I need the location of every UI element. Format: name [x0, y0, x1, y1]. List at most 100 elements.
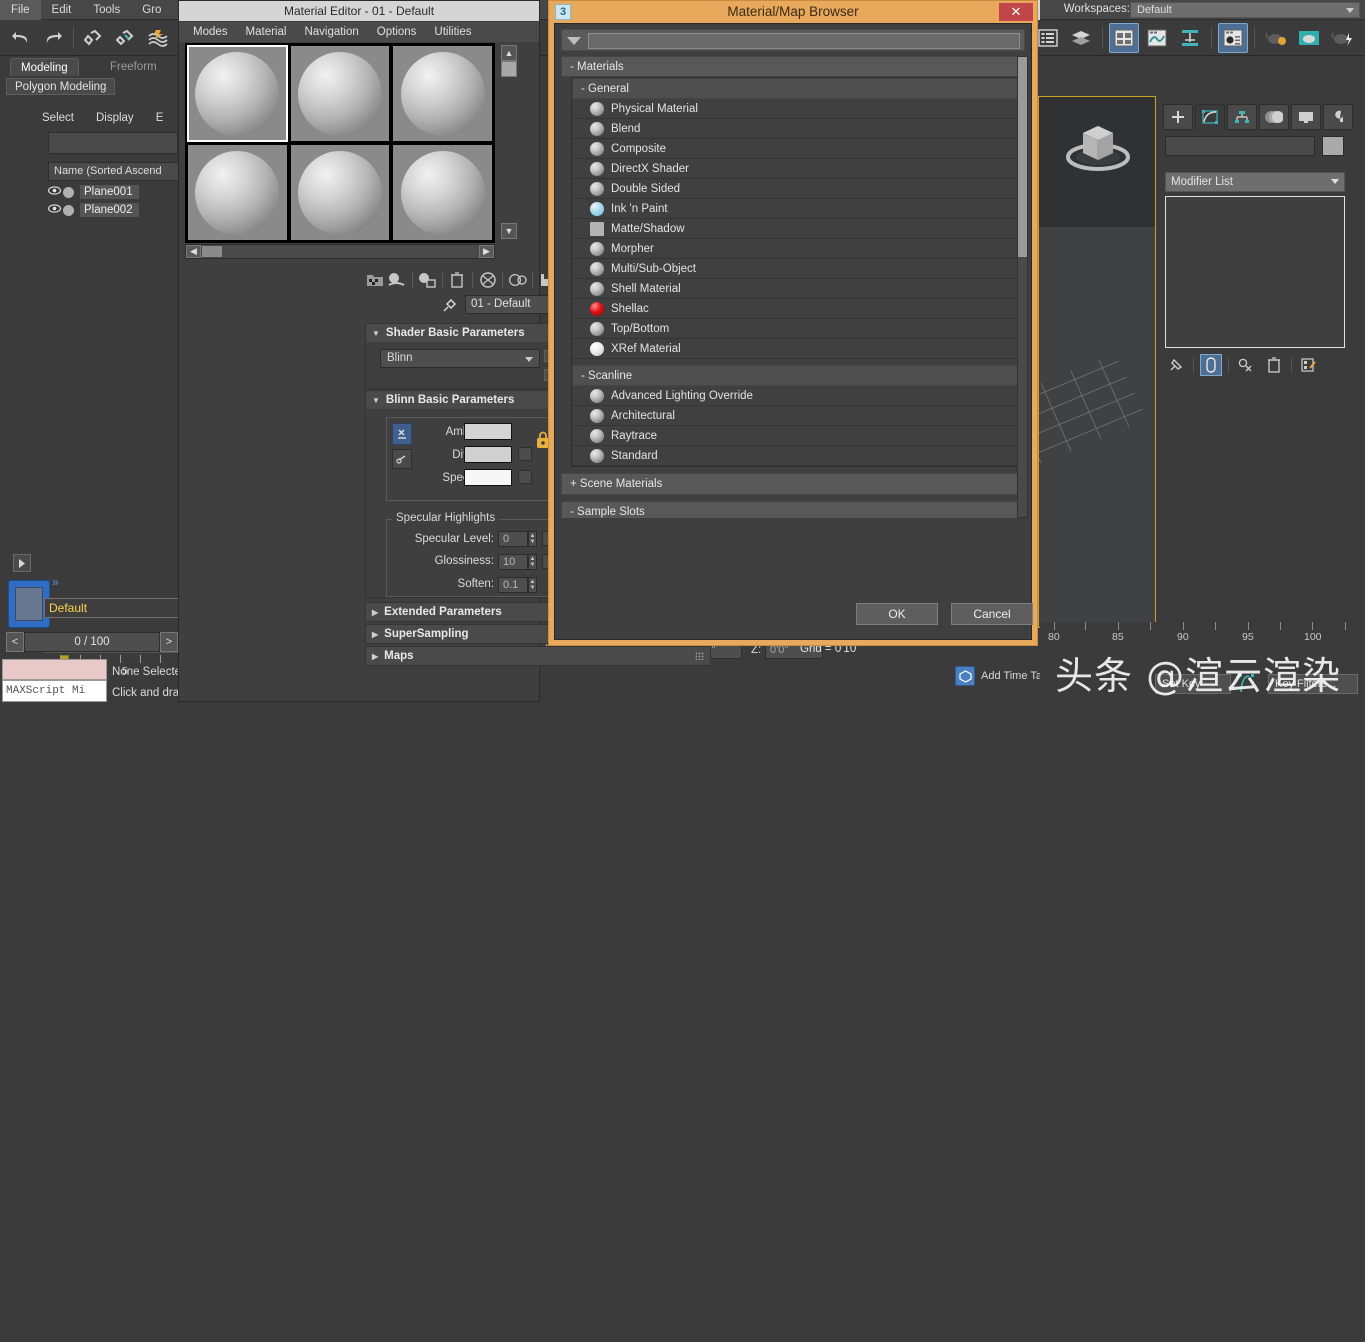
menu-file[interactable]: File	[0, 0, 41, 20]
matedit-menu-options[interactable]: Options	[368, 26, 426, 38]
object-name-input[interactable]	[1165, 136, 1315, 156]
glossiness-field[interactable]: 10	[498, 554, 528, 570]
object-name[interactable]: Plane002	[80, 203, 139, 217]
render-production-teapot-icon[interactable]	[1261, 23, 1291, 53]
menu-group[interactable]: Gro	[131, 0, 172, 20]
material-item-composite[interactable]: Composite	[572, 139, 1024, 159]
render-setup-icon[interactable]	[1218, 23, 1248, 53]
add-time-tag-control[interactable]: Add Time Tag	[955, 666, 1048, 686]
view-cube[interactable]	[1057, 109, 1139, 181]
select-link-icon[interactable]	[79, 23, 109, 53]
menu-edit[interactable]: Edit	[41, 0, 83, 20]
rollout-grip[interactable]	[695, 652, 704, 660]
scene-explorer-search-input[interactable]	[48, 132, 178, 154]
rollout-header-maps[interactable]: ▶ Maps	[366, 647, 710, 665]
sample-slot-6[interactable]	[392, 144, 493, 241]
configure-modifier-sets-icon[interactable]	[1298, 354, 1320, 376]
polygon-modeling-panel-title[interactable]: Polygon Modeling	[6, 78, 115, 95]
specular-map-button[interactable]	[518, 470, 532, 484]
viewport[interactable]	[1038, 96, 1156, 628]
sample-slot-3[interactable]	[392, 45, 493, 142]
rollout-maps[interactable]: ▶ Maps	[365, 646, 711, 666]
material-item-architectural[interactable]: Architectural	[572, 406, 1024, 426]
group-header-scanline[interactable]: - Scanline	[572, 365, 1024, 386]
timeline-ruler-right[interactable]: 80 85 90 95 100	[1040, 622, 1365, 648]
shader-type-dropdown[interactable]: Blinn	[380, 349, 540, 368]
material-editor-toggle-icon[interactable]	[1109, 23, 1139, 53]
material-item-morpher[interactable]: Morpher	[572, 239, 1024, 259]
specular-level-spinner[interactable]: ▲▼	[528, 531, 537, 547]
modify-tab[interactable]	[1195, 104, 1225, 130]
sample-slot-5[interactable]	[290, 144, 391, 241]
diffuse-map-button[interactable]	[518, 447, 532, 461]
key-filters-button[interactable]: Key Filters...	[1268, 674, 1358, 694]
delete-modifier-icon[interactable]	[1263, 354, 1285, 376]
make-unique-icon[interactable]	[1235, 354, 1257, 376]
modifier-stack-list[interactable]	[1165, 196, 1345, 348]
ambient-diffuse-lock-icon[interactable]	[392, 423, 412, 445]
workspace-select[interactable]: Default	[1130, 2, 1360, 18]
expand-panel-button[interactable]	[13, 554, 31, 572]
render-iterative-icon[interactable]	[1327, 23, 1357, 53]
material-item-physical-material[interactable]: Physical Material	[572, 99, 1024, 119]
hierarchy-tab[interactable]	[1227, 104, 1257, 130]
modifier-list-dropdown[interactable]: Modifier List	[1165, 172, 1345, 192]
motion-tab[interactable]	[1259, 104, 1289, 130]
material-item-xref-material[interactable]: XRef Material	[572, 339, 1024, 359]
cancel-button[interactable]: Cancel	[951, 603, 1033, 625]
slot-scroll-up-icon[interactable]: ▲	[501, 45, 517, 61]
key-filters-curve-icon[interactable]	[1237, 672, 1259, 697]
material-item-shellac[interactable]: Shellac	[572, 299, 1024, 319]
assign-material-to-selection-icon[interactable]	[417, 270, 436, 290]
material-item-multi-sub-object[interactable]: Multi/Sub-Object	[572, 259, 1024, 279]
scene-explorer-column-header[interactable]: Name (Sorted Ascend	[48, 162, 180, 181]
soften-spinner[interactable]: ▲▼	[528, 577, 537, 593]
soften-field[interactable]: 0.1	[498, 577, 528, 593]
chevron-down-icon[interactable]	[567, 37, 581, 45]
matedit-menu-navigation[interactable]: Navigation	[295, 26, 367, 38]
schematic-view-icon[interactable]	[1175, 23, 1205, 53]
sample-slot-1[interactable]	[187, 45, 288, 142]
utilities-tab[interactable]	[1323, 104, 1353, 130]
material-item-ink-n-paint[interactable]: Ink 'n Paint	[572, 199, 1024, 219]
material-item-double-sided[interactable]: Double Sided	[572, 179, 1024, 199]
material-item-matte-shadow[interactable]: Matte/Shadow	[572, 219, 1024, 239]
matedit-menu-utilities[interactable]: Utilities	[425, 26, 480, 38]
set-key-toggle[interactable]: Set Key	[1155, 674, 1231, 694]
reset-map-icon[interactable]	[448, 270, 467, 290]
pick-material-eyedropper-icon[interactable]	[441, 296, 459, 314]
put-material-to-scene-icon[interactable]	[387, 270, 406, 290]
layer-explorer-icon[interactable]	[1066, 23, 1096, 53]
make-unique-icon[interactable]	[508, 270, 527, 290]
diffuse-color-swatch[interactable]	[464, 446, 512, 463]
next-frame-button[interactable]: >	[160, 632, 178, 652]
ambient-color-swatch[interactable]	[464, 423, 512, 440]
object-name[interactable]: Plane001	[80, 185, 139, 199]
group-header-general[interactable]: - General	[572, 78, 1024, 99]
object-color-swatch[interactable]	[1322, 136, 1344, 156]
more-chevron-icon[interactable]: »	[52, 575, 59, 589]
undo-icon[interactable]	[6, 23, 36, 53]
tab-freeform[interactable]: Freeform	[100, 58, 167, 76]
material-item-standard[interactable]: Standard	[572, 446, 1024, 466]
eye-visibility-icon[interactable]	[48, 186, 61, 199]
render-frame-window-icon[interactable]	[1294, 23, 1324, 53]
color-swatch-dot[interactable]	[63, 205, 74, 216]
curve-editor-icon[interactable]	[1142, 23, 1172, 53]
section-scene-materials[interactable]: + Scene Materials	[561, 473, 1025, 495]
prev-frame-button[interactable]: <	[6, 632, 24, 652]
material-item-shell-material[interactable]: Shell Material	[572, 279, 1024, 299]
explorer-menu-display[interactable]: Display	[96, 112, 134, 124]
redo-icon[interactable]	[38, 23, 68, 53]
slot-scroll-down-icon[interactable]: ▼	[501, 223, 517, 239]
diffuse-specular-lock-icon[interactable]	[392, 449, 412, 469]
sample-slot-4[interactable]	[187, 144, 288, 241]
close-icon[interactable]: ✕	[999, 3, 1033, 21]
material-item-blend[interactable]: Blend	[572, 119, 1024, 139]
material-item-raytrace[interactable]: Raytrace	[572, 426, 1024, 446]
maxscript-mini-listener[interactable]: MAXScript Mi	[2, 680, 107, 702]
specular-level-field[interactable]: 0	[498, 531, 528, 547]
get-material-icon[interactable]	[365, 270, 384, 290]
display-tab[interactable]	[1291, 104, 1321, 130]
explorer-menu-select[interactable]: Select	[42, 112, 74, 124]
